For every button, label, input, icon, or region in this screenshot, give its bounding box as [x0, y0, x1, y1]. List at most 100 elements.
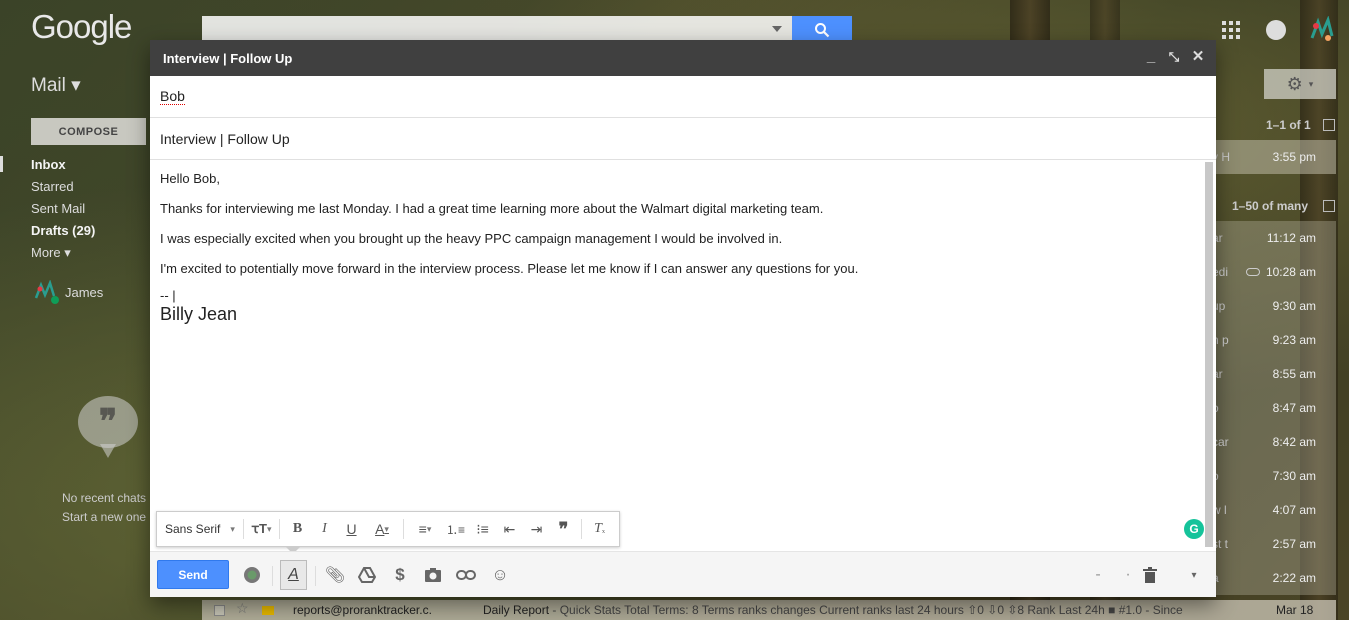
- hangouts-bubble-tail: [100, 444, 116, 458]
- insert-link-icon[interactable]: [456, 565, 476, 585]
- online-status-dot: [51, 296, 59, 304]
- font-size-icon[interactable]: ꚍT ▾: [248, 511, 275, 547]
- close-icon[interactable]: ✕: [1190, 49, 1206, 65]
- message-body-editor[interactable]: Hello Bob, Thanks for interviewing me la…: [150, 160, 1216, 552]
- recipient-value: Bob: [160, 88, 185, 105]
- recipients-field[interactable]: Bob: [150, 76, 1216, 118]
- star-icon[interactable]: ☆: [236, 600, 249, 617]
- nav-item-starred[interactable]: Starred: [31, 179, 95, 201]
- gear-icon: ⚙: [1286, 73, 1303, 94]
- bold-icon[interactable]: B: [284, 511, 311, 547]
- nav-item-drafts[interactable]: Drafts (29): [31, 223, 95, 245]
- hangouts-user[interactable]: James: [33, 280, 103, 304]
- email-row[interactable]: up 9:30 am: [1208, 289, 1336, 323]
- attachment-icon: [1246, 268, 1260, 276]
- body-paragraph: I was especially excited when you brough…: [160, 231, 783, 246]
- font-family-value: Sans Serif: [165, 522, 221, 536]
- email-row-daily-report[interactable]: ☆ reports@proranktracker.c. Daily Report…: [202, 600, 1336, 620]
- section-toggle-chevron-icon[interactable]: [1323, 200, 1335, 212]
- email-row[interactable]: car 8:42 am: [1208, 425, 1336, 459]
- bulleted-list-icon[interactable]: ⁝≡: [469, 511, 496, 547]
- search-icon: [815, 23, 830, 38]
- subject-value: Interview | Follow Up: [160, 130, 290, 147]
- indent-less-icon[interactable]: ⇤: [496, 511, 523, 547]
- insert-photo-icon[interactable]: [423, 565, 443, 585]
- minimize-icon[interactable]: _: [1143, 49, 1159, 65]
- more-options-chevron-icon[interactable]: ▾: [1184, 565, 1204, 585]
- send-money-icon[interactable]: $: [390, 565, 410, 585]
- email-time: 8:55 am: [1272, 367, 1316, 381]
- remove-formatting-icon[interactable]: Tₓ: [586, 511, 613, 547]
- email-time: 9:23 am: [1272, 333, 1316, 347]
- nav-item-inbox[interactable]: Inbox: [31, 157, 95, 179]
- page-count-main: 1–50 of many: [1232, 199, 1309, 213]
- email-row[interactable]: y H 3:55 pm: [1208, 140, 1336, 174]
- more-options-dash-icon[interactable]: -: [1088, 565, 1108, 585]
- full-screen-exit-icon[interactable]: ⤡: [1166, 49, 1182, 65]
- email-time: 7:30 am: [1272, 469, 1316, 483]
- email-row[interactable]: o7:30 am: [1208, 459, 1336, 493]
- insert-emoji-icon[interactable]: ☺: [490, 565, 510, 585]
- formatting-options-icon[interactable]: A: [280, 560, 307, 590]
- text-color-icon[interactable]: A ▾: [365, 511, 399, 547]
- account-avatar[interactable]: [1308, 15, 1336, 44]
- start-chat-link[interactable]: Start a new one: [62, 508, 146, 527]
- body-paragraph: Thanks for interviewing me last Monday. …: [160, 201, 824, 216]
- email-row[interactable]: edi 10:28 am: [1208, 255, 1336, 289]
- indent-more-icon[interactable]: ⇥: [523, 511, 550, 547]
- no-chats-message: No recent chats Start a new one: [62, 489, 146, 527]
- email-time: 9:30 am: [1272, 299, 1316, 313]
- toolbar-divider: [243, 519, 244, 539]
- toolbar-divider: [403, 519, 404, 539]
- notifications-bell-icon[interactable]: [1266, 20, 1286, 40]
- user-name: James: [65, 284, 104, 300]
- email-row[interactable]: o8:47 am: [1208, 391, 1336, 425]
- importance-marker-icon[interactable]: [262, 606, 274, 615]
- google-drive-icon[interactable]: [357, 565, 377, 585]
- send-button[interactable]: Send: [157, 560, 229, 589]
- font-family-select[interactable]: Sans Serif ▾: [165, 511, 239, 547]
- compose-button[interactable]: COMPOSE: [31, 118, 146, 145]
- italic-icon[interactable]: I: [311, 511, 338, 547]
- row-checkbox[interactable]: [214, 605, 225, 616]
- grammarly-toggle-icon[interactable]: [242, 565, 262, 585]
- body-paragraph: I'm excited to potentially move forward …: [160, 261, 859, 276]
- email-row[interactable]: st t 2:57 am: [1208, 527, 1336, 561]
- signature-separator: -- |: [160, 288, 176, 303]
- mail-switcher[interactable]: Mail ▾: [31, 74, 81, 97]
- toolbar-divider: [279, 519, 280, 539]
- email-date: Mar 18: [1276, 603, 1314, 617]
- email-row[interactable]: w l 4:07 am: [1208, 493, 1336, 527]
- attach-file-icon[interactable]: 📎︎: [325, 565, 345, 585]
- google-logo[interactable]: Google: [31, 8, 132, 46]
- page-count-priority: 1–1 of 1: [1266, 118, 1311, 132]
- discard-draft-icon[interactable]: [1140, 565, 1160, 585]
- email-row[interactable]: a2:22 am: [1208, 561, 1336, 595]
- email-time: 3:55 pm: [1272, 150, 1316, 164]
- more-options-dot-icon[interactable]: ·: [1118, 565, 1138, 585]
- inbox-active-indicator: [0, 156, 3, 172]
- subject-field[interactable]: Interview | Follow Up: [150, 118, 1216, 160]
- email-row[interactable]: n p 9:23 am: [1208, 323, 1336, 357]
- email-row[interactable]: ar 11:12 am: [1208, 221, 1336, 255]
- compose-footer: Send A 📎︎ $ ☺ - · ▾: [150, 551, 1216, 597]
- nav-item-sent-mail[interactable]: Sent Mail: [31, 201, 95, 223]
- apps-grid-icon[interactable]: [1222, 21, 1240, 39]
- email-row[interactable]: ar 8:55 am: [1208, 357, 1336, 391]
- underline-icon[interactable]: U: [338, 511, 365, 547]
- align-left-icon[interactable]: ≡ ▾: [408, 511, 442, 547]
- nav-item-more[interactable]: More ▾: [31, 245, 95, 267]
- grammarly-icon[interactable]: G: [1184, 519, 1204, 539]
- compose-title-bar[interactable]: Interview | Follow Up _ ⤡ ✕: [150, 40, 1216, 76]
- email-time: 10:28 am: [1265, 265, 1316, 279]
- body-scrollbar[interactable]: [1205, 162, 1213, 547]
- toolbar-divider: [581, 519, 582, 539]
- quote-icon[interactable]: ❞: [550, 511, 577, 547]
- footer-divider: [272, 566, 273, 586]
- email-time: 2:22 am: [1272, 571, 1316, 585]
- settings-button[interactable]: ⚙ ▾: [1264, 69, 1336, 99]
- section-toggle-chevron-icon[interactable]: [1323, 119, 1335, 131]
- numbered-list-icon[interactable]: ⒈≡: [442, 511, 469, 547]
- search-options-dropdown[interactable]: [772, 26, 782, 32]
- email-time: 11:12 am: [1266, 231, 1316, 245]
